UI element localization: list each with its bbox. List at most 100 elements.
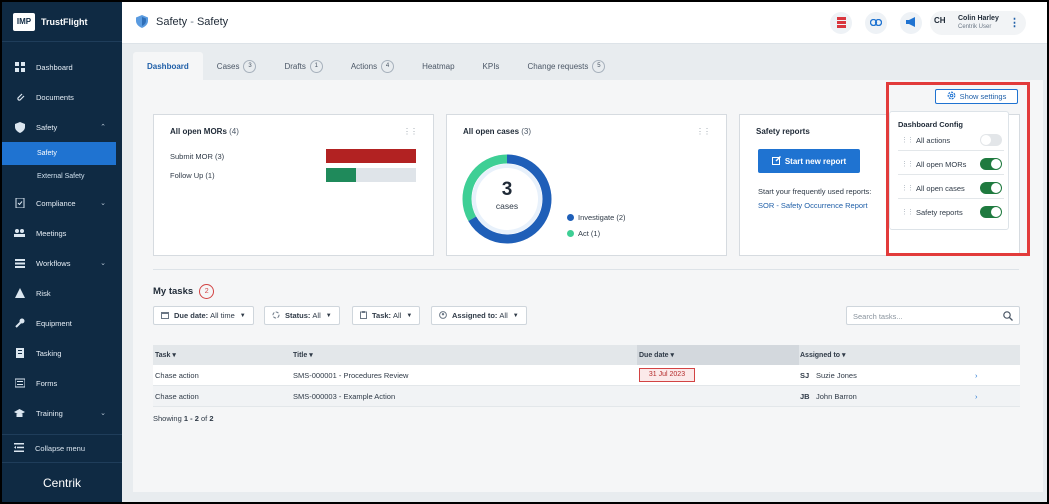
open-mors-card: All open MORs (4) ⋮⋮ Submit MOR (3) Foll…	[153, 114, 434, 256]
start-new-report-button[interactable]: Start new report	[758, 149, 860, 173]
column-header-due-date[interactable]: Due date ▾	[639, 351, 674, 359]
legend-dot	[567, 214, 574, 221]
sidebar-item-tasking[interactable]: Tasking	[2, 338, 122, 368]
tab-drafts[interactable]: Drafts 1	[270, 52, 336, 80]
user-menu[interactable]: CH Colin Harley Centrik User ⋮	[930, 11, 1026, 35]
column-label: Assigned to	[800, 352, 841, 359]
shield-icon	[14, 121, 25, 133]
task-filter[interactable]: Task: All ▼	[352, 306, 421, 325]
search-placeholder: Search tasks...	[853, 312, 903, 321]
filter-label: Assigned to:	[452, 311, 498, 320]
column-label: Task	[155, 352, 171, 359]
cell-assignee: Suzie Jones	[816, 371, 857, 380]
tab-cases[interactable]: Cases 3	[203, 52, 271, 80]
sidebar-item-compliance[interactable]: Compliance ⌄	[2, 188, 122, 218]
mor-bar[interactable]	[326, 149, 416, 163]
chevron-right-icon[interactable]: ›	[975, 371, 978, 380]
tab-kpis[interactable]: KPIs	[469, 52, 514, 80]
sidebar-item-dashboard[interactable]: Dashboard	[2, 52, 122, 82]
sidebar-item-equipment[interactable]: Equipment	[2, 308, 122, 338]
mor-row-label: Follow Up (1)	[170, 171, 215, 180]
chevron-down-icon: ▼	[239, 312, 246, 319]
legend-item-investigate[interactable]: Investigate (2)	[567, 213, 626, 222]
sidebar-subitem-external-safety[interactable]: External Safety	[2, 165, 122, 188]
mor-bar[interactable]	[326, 168, 416, 182]
megaphone-icon	[905, 17, 917, 29]
centrik-logo: Centrik	[2, 462, 122, 502]
table-row[interactable]: Chase action SMS-000001 - Procedures Rev…	[153, 365, 1020, 386]
announcements-button[interactable]	[900, 12, 922, 34]
cases-unit: cases	[495, 201, 519, 211]
imp-logo: IMP	[13, 12, 35, 31]
tab-badge: 4	[381, 59, 395, 73]
card-title: All open MORs (4)	[170, 127, 239, 136]
sidebar-item-meetings[interactable]: Meetings	[2, 218, 122, 248]
user-name: Colin Harley	[958, 15, 999, 22]
stack-button[interactable]	[830, 12, 852, 34]
sidebar-item-training[interactable]: Training ⌄	[2, 398, 122, 428]
user-role: Centrik User	[958, 24, 992, 30]
column-header-task[interactable]: Task ▾	[155, 351, 176, 359]
sidebar-item-workflows[interactable]: Workflows ⌄	[2, 248, 122, 278]
tab-heatmap[interactable]: Heatmap	[408, 52, 468, 80]
sidebar-item-forms[interactable]: Forms	[2, 368, 122, 398]
sidebar-item-documents[interactable]: Documents	[2, 82, 122, 112]
tab-label: Cases	[216, 61, 240, 71]
sidebar-item-safety[interactable]: Safety ⌃	[2, 112, 122, 142]
collapse-menu-button[interactable]: Collapse menu	[2, 434, 122, 462]
sidebar-footer: Collapse menu Centrik	[2, 434, 122, 502]
meetings-icon	[14, 228, 25, 239]
column-header-assigned-to[interactable]: Assigned to ▾	[800, 351, 846, 359]
drag-handle-icon[interactable]: ⋮⋮	[403, 127, 418, 136]
brand: IMP TrustFlight	[2, 2, 122, 42]
link-button[interactable]	[865, 12, 887, 34]
assigned-to-filter[interactable]: Assigned to: All ▼	[431, 306, 527, 325]
sidebar-subitem-safety[interactable]: Safety	[2, 142, 116, 165]
card-title: All open cases (3)	[463, 127, 531, 136]
compliance-icon	[14, 198, 25, 209]
drag-handle-icon[interactable]: ⋮⋮	[696, 127, 711, 136]
legend-item-act[interactable]: Act (1)	[567, 229, 600, 238]
tab-actions[interactable]: Actions 4	[337, 52, 408, 80]
tab-label: Dashboard	[147, 61, 189, 71]
due-date-filter[interactable]: Due date: All time ▼	[153, 306, 254, 325]
title-separator: -	[187, 16, 197, 28]
sidebar-item-label: Tasking	[36, 348, 62, 358]
column-label: Title	[293, 352, 308, 359]
tab-change-requests[interactable]: Change requests 5	[513, 52, 619, 80]
card-count: (3)	[521, 127, 532, 136]
sor-report-link[interactable]: SOR - Safety Occurrence Report	[758, 201, 868, 210]
table-row[interactable]: Chase action SMS-000003 - Example Action…	[153, 386, 1020, 407]
sidebar: IMP TrustFlight Dashboard Documents Safe…	[2, 2, 122, 502]
legend-label: Act (1)	[578, 229, 601, 238]
chevron-up-icon: ⌃	[100, 124, 106, 131]
column-header-title[interactable]: Title ▾	[293, 351, 313, 359]
sidebar-item-risk[interactable]: Risk	[2, 278, 122, 308]
filter-value: All	[393, 311, 402, 320]
filter-value: All	[312, 311, 321, 320]
showing-total: 2	[209, 414, 214, 423]
search-tasks-input[interactable]: Search tasks...	[846, 306, 1020, 325]
sidebar-item-label: Dashboard	[36, 62, 73, 72]
cell-title: SMS-000003 - Example Action	[293, 392, 396, 401]
link-icon	[869, 18, 883, 28]
tab-label: Drafts	[284, 61, 306, 71]
status-filter[interactable]: Status: All ▼	[264, 306, 340, 325]
sidebar-nav: Dashboard Documents Safety ⌃ Safety Exte…	[2, 42, 122, 428]
collapse-icon	[14, 443, 24, 454]
brand-name: TrustFlight	[41, 16, 88, 27]
tab-badge: 5	[592, 59, 606, 73]
sidebar-item-label: Meetings	[36, 228, 67, 238]
chevron-right-icon[interactable]: ›	[975, 392, 978, 401]
tab-dashboard[interactable]: Dashboard	[133, 52, 203, 80]
highlight-box	[886, 82, 1030, 256]
collapse-menu-label: Collapse menu	[35, 444, 86, 453]
user-circle-icon	[439, 310, 447, 321]
workflows-icon	[14, 258, 25, 269]
mor-bar-fill	[326, 168, 356, 182]
chevron-down-icon: ⌄	[100, 200, 106, 207]
column-label: Due date	[639, 352, 669, 359]
kebab-menu-icon[interactable]: ⋮	[1009, 16, 1020, 29]
search-icon[interactable]	[1003, 311, 1013, 323]
sidebar-item-label: Safety	[36, 122, 58, 132]
